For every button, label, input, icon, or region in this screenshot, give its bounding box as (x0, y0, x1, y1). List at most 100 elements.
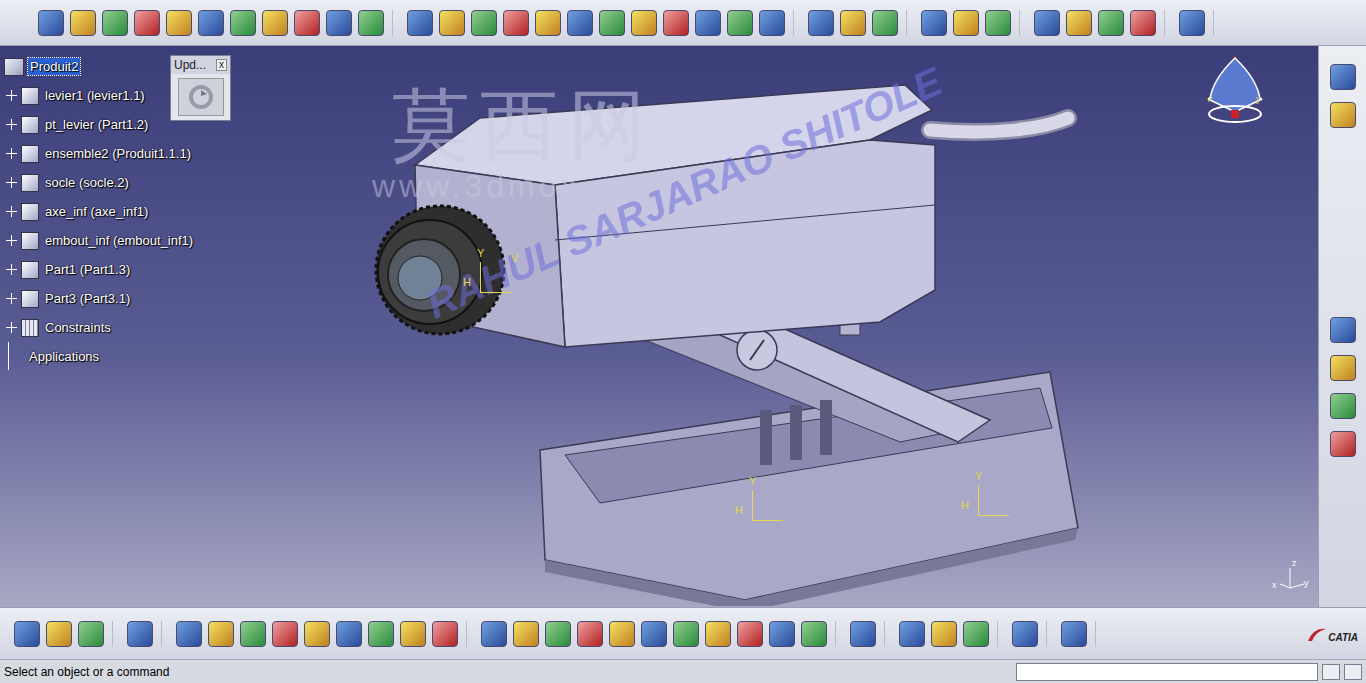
tool-icon[interactable] (127, 621, 153, 647)
tool-icon[interactable] (481, 621, 507, 647)
tool-icon[interactable] (272, 621, 298, 647)
tool-icon[interactable] (400, 621, 426, 647)
tool-icon[interactable] (1330, 64, 1356, 90)
expand-icon[interactable] (6, 293, 17, 304)
tool-icon[interactable] (439, 10, 465, 36)
tool-icon[interactable] (134, 10, 160, 36)
tool-icon[interactable] (407, 10, 433, 36)
tool-icon[interactable] (14, 621, 40, 647)
tree-item[interactable]: embout_inf (embout_inf1) (4, 226, 195, 255)
tool-icon[interactable] (38, 10, 64, 36)
tool-icon[interactable] (503, 10, 529, 36)
tool-icon[interactable] (872, 10, 898, 36)
dialog-title-bar[interactable]: Upd...x (171, 56, 230, 74)
tool-icon[interactable] (631, 10, 657, 36)
expand-icon[interactable] (6, 177, 17, 188)
tool-icon[interactable] (953, 10, 979, 36)
camera-model[interactable] (0, 46, 1318, 606)
tool-icon[interactable] (609, 621, 635, 647)
tool-icon[interactable] (1330, 393, 1356, 419)
expand-icon[interactable] (6, 206, 17, 217)
tree-root[interactable]: Produit2 (4, 52, 195, 81)
tree-item[interactable]: pt_levier (Part1.2) (4, 110, 195, 139)
tool-icon[interactable] (1034, 10, 1060, 36)
tool-icon[interactable] (294, 10, 320, 36)
tool-icon[interactable] (78, 621, 104, 647)
tool-icon[interactable] (899, 621, 925, 647)
tool-icon[interactable] (1012, 621, 1038, 647)
compass-icon[interactable]: xy (1200, 50, 1270, 130)
tool-icon[interactable] (368, 621, 394, 647)
tool-icon[interactable] (963, 621, 989, 647)
tree-applications[interactable]: Applications (8, 342, 195, 370)
tree-item[interactable]: Part3 (Part3.1) (4, 284, 195, 313)
tool-icon[interactable] (230, 10, 256, 36)
tool-icon[interactable] (1066, 10, 1092, 36)
tool-icon[interactable] (513, 621, 539, 647)
tree-item[interactable]: ensemble2 (Produit1.1.1) (4, 139, 195, 168)
tool-icon[interactable] (358, 10, 384, 36)
tool-icon[interactable] (240, 621, 266, 647)
tree-item[interactable]: socle (socle.2) (4, 168, 195, 197)
tool-icon[interactable] (1330, 317, 1356, 343)
tool-icon[interactable] (931, 621, 957, 647)
expand-icon[interactable] (6, 235, 17, 246)
tool-icon[interactable] (769, 621, 795, 647)
tool-icon[interactable] (705, 621, 731, 647)
status-button[interactable] (1344, 664, 1362, 680)
tree-item[interactable]: Constraints (4, 313, 195, 342)
close-button[interactable]: x (216, 59, 227, 71)
tool-icon[interactable] (1330, 355, 1356, 381)
tool-icon[interactable] (759, 10, 785, 36)
tree-item[interactable]: levier1 (levier1.1) (4, 81, 195, 110)
update-dialog[interactable]: Upd...x (170, 55, 231, 121)
tool-icon[interactable] (695, 10, 721, 36)
tool-icon[interactable] (663, 10, 689, 36)
tool-icon[interactable] (567, 10, 593, 36)
tool-icon[interactable] (727, 10, 753, 36)
tool-icon[interactable] (577, 621, 603, 647)
3d-viewport[interactable]: 莫西网www.3dmox.comRAHUL SARJARAO SHITOLEYH… (0, 46, 1318, 607)
tool-icon[interactable] (198, 10, 224, 36)
tool-icon[interactable] (850, 621, 876, 647)
tool-icon[interactable] (545, 621, 571, 647)
tool-icon[interactable] (1130, 10, 1156, 36)
tool-icon[interactable] (1179, 10, 1205, 36)
tool-icon[interactable] (326, 10, 352, 36)
tool-icon[interactable] (840, 10, 866, 36)
tool-icon[interactable] (176, 621, 202, 647)
command-input[interactable] (1016, 663, 1318, 681)
tool-icon[interactable] (304, 621, 330, 647)
tool-icon[interactable] (737, 621, 763, 647)
tool-icon[interactable] (808, 10, 834, 36)
tool-icon[interactable] (801, 621, 827, 647)
update-icon[interactable] (178, 78, 224, 116)
tree-item[interactable]: axe_inf (axe_inf1) (4, 197, 195, 226)
expand-icon[interactable] (6, 119, 17, 130)
tool-icon[interactable] (1330, 431, 1356, 457)
tool-icon[interactable] (262, 10, 288, 36)
tool-icon[interactable] (921, 10, 947, 36)
tool-icon[interactable] (336, 621, 362, 647)
expand-icon[interactable] (6, 90, 17, 101)
tool-icon[interactable] (70, 10, 96, 36)
tool-icon[interactable] (985, 10, 1011, 36)
tool-icon[interactable] (166, 10, 192, 36)
tool-icon[interactable] (46, 621, 72, 647)
tool-icon[interactable] (535, 10, 561, 36)
tool-icon[interactable] (432, 621, 458, 647)
tool-icon[interactable] (1098, 10, 1124, 36)
tool-icon[interactable] (1061, 621, 1087, 647)
expand-icon[interactable] (6, 322, 17, 333)
tool-icon[interactable] (102, 10, 128, 36)
tool-icon[interactable] (471, 10, 497, 36)
tool-icon[interactable] (673, 621, 699, 647)
tool-icon[interactable] (641, 621, 667, 647)
tree-item[interactable]: Part1 (Part1.3) (4, 255, 195, 284)
tool-icon[interactable] (1330, 102, 1356, 128)
expand-icon[interactable] (6, 264, 17, 275)
status-button[interactable] (1322, 664, 1340, 680)
tool-icon[interactable] (599, 10, 625, 36)
tool-icon[interactable] (208, 621, 234, 647)
expand-icon[interactable] (6, 148, 17, 159)
